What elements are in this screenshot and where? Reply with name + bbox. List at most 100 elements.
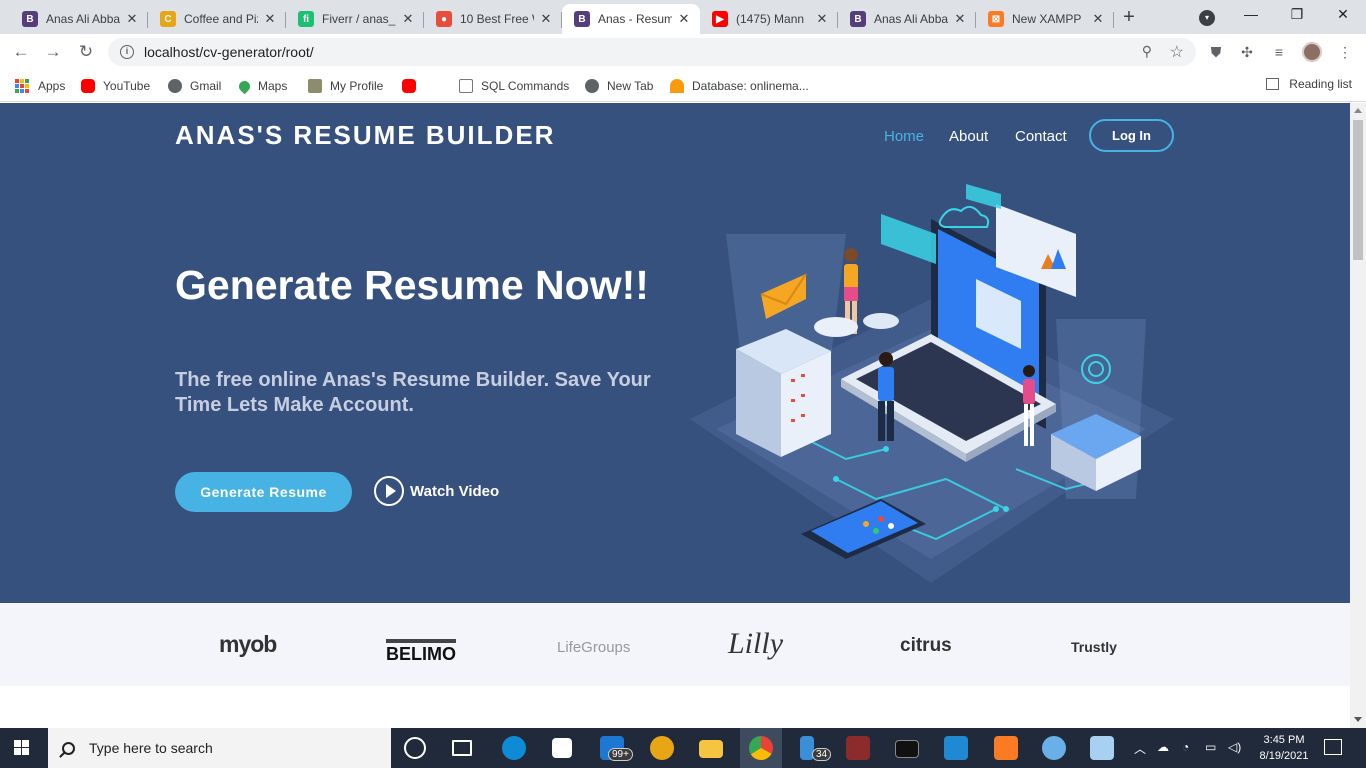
volume-icon[interactable]: ◁) (1228, 740, 1241, 754)
bookmark-sql-commands[interactable]: SQL Commands (459, 77, 569, 95)
onedrive-icon[interactable]: ☁ (1157, 740, 1169, 754)
profile-favicon-icon (308, 79, 322, 93)
chrome-icon[interactable] (749, 736, 773, 760)
scroll-thumb[interactable] (1353, 120, 1363, 260)
generate-resume-button[interactable]: Generate Resume (175, 472, 352, 512)
site-info-icon[interactable]: i (120, 45, 134, 59)
profile-avatar[interactable] (1302, 42, 1322, 62)
bookmark-maps[interactable]: Maps (236, 77, 287, 95)
tab-strip: B Anas Ali Abbas ✕ C Coffee and Pizza ✕ fi Five… (0, 0, 1366, 34)
nav-home[interactable]: Home (884, 128, 924, 145)
browser-tab[interactable]: fi Fiverr / anas_ali ✕ (286, 4, 424, 34)
reading-list-label: Reading list (1289, 77, 1352, 91)
page-scrollbar[interactable] (1350, 103, 1366, 728)
reload-icon[interactable]: ↻ (75, 41, 97, 63)
reading-list[interactable]: Reading list (1266, 77, 1352, 91)
browser-tab[interactable]: C Coffee and Pizza ✕ (148, 4, 286, 34)
bookmark-youtube[interactable]: YouTube (81, 77, 150, 95)
tab-close-icon[interactable]: ✕ (400, 11, 416, 27)
tab-close-icon[interactable]: ✕ (814, 11, 830, 27)
tab-favicon-icon: B (574, 11, 590, 27)
bookmark-label: YouTube (103, 79, 151, 93)
tab-close-icon[interactable]: ✕ (676, 11, 692, 27)
bookmark-label: Apps (38, 79, 66, 93)
minimize-icon[interactable]: — (1240, 6, 1262, 26)
app-badge: 34 (812, 748, 832, 761)
play-icon (374, 476, 404, 506)
taskbar-clock[interactable]: 3:45 PM 8/19/2021 (1253, 732, 1315, 764)
scroll-down-icon[interactable] (1354, 717, 1362, 722)
battery-icon[interactable]: ▭ (1205, 740, 1216, 754)
bookmark-gmail[interactable]: Gmail (168, 77, 221, 95)
site-brand[interactable]: ANAS'S RESUME BUILDER (175, 120, 555, 151)
tab-search-icon[interactable]: ▾ (1199, 10, 1215, 26)
chrome-menu-icon[interactable]: ⋮ (1336, 43, 1354, 61)
browser-tab[interactable]: B Anas Ali Abbas ✕ (10, 4, 148, 34)
tab-close-icon[interactable]: ✕ (538, 11, 554, 27)
norton-icon[interactable] (650, 736, 674, 760)
search-icon (62, 741, 75, 755)
hero-headline: Generate Resume Now!! (175, 262, 649, 308)
hero-illustration (690, 184, 1174, 583)
bookmark-my-profile[interactable]: My Profile (308, 77, 383, 95)
browser-tab[interactable]: B Anas Ali Abbas ✕ (838, 4, 976, 34)
extensions-puzzle-icon[interactable]: ✣ (1238, 43, 1256, 61)
tab-favicon-icon: ● (436, 11, 452, 27)
tab-title: Anas Ali Abbas (874, 12, 948, 26)
windows-start-icon[interactable] (14, 740, 29, 755)
forward-icon[interactable]: → (42, 41, 64, 63)
tab-close-icon[interactable]: ✕ (124, 11, 140, 27)
tab-close-icon[interactable]: ✕ (1090, 11, 1106, 27)
app-icon[interactable] (1090, 736, 1114, 760)
xampp-icon[interactable] (994, 736, 1018, 760)
bookmarks-bar: Apps YouTube Gmail Maps My Profile SQL C… (0, 70, 1366, 102)
cortana-icon[interactable] (404, 737, 426, 759)
zoom-icon[interactable]: ⚲ (1142, 43, 1152, 60)
nav-contact[interactable]: Contact (1015, 128, 1067, 145)
address-bar[interactable]: i localhost/cv-generator/root/ ⚲ ☆ (108, 38, 1196, 66)
login-button[interactable]: Log In (1089, 119, 1174, 152)
bookmark-label: My Profile (330, 79, 384, 93)
file-explorer-icon[interactable] (699, 740, 723, 758)
globe-icon (585, 79, 599, 93)
shield-extension-icon[interactable]: ⛊ (1207, 43, 1225, 61)
media-queue-icon[interactable]: ≡ (1270, 43, 1288, 61)
watch-video-link[interactable]: Watch Video (374, 476, 499, 506)
tab-close-icon[interactable]: ✕ (952, 11, 968, 27)
mail-badge: 99+ (608, 748, 633, 761)
tab-title: (1475) Mann (736, 12, 805, 26)
bookmark-star-icon[interactable]: ☆ (1170, 42, 1184, 62)
wifi-icon[interactable]: ◔ (1182, 740, 1189, 754)
bookmark-database[interactable]: Database: onlinema... (670, 77, 809, 95)
back-icon[interactable]: ← (10, 41, 32, 63)
page-icon (459, 79, 473, 93)
new-tab-button[interactable]: + (1118, 7, 1140, 28)
url-text[interactable]: localhost/cv-generator/root/ (144, 44, 314, 60)
task-view-icon[interactable] (452, 740, 472, 756)
tray-chevron-icon[interactable]: ︿ (1134, 740, 1146, 757)
notifications-icon[interactable] (1324, 739, 1342, 755)
browser-tab[interactable]: ⊠ New XAMPP ✕ (976, 4, 1114, 34)
tab-close-icon[interactable]: ✕ (262, 11, 278, 27)
close-window-icon[interactable]: ✕ (1332, 6, 1354, 26)
taskbar-search[interactable]: Type here to search (48, 728, 391, 768)
browser-tab[interactable]: ▶ (1475) Mann ✕ (700, 4, 838, 34)
store-icon[interactable] (552, 738, 572, 758)
phpmyadmin-icon (670, 79, 684, 93)
globe-icon (168, 79, 182, 93)
winrar-icon[interactable] (846, 736, 870, 760)
terminal-icon[interactable] (895, 740, 919, 758)
browser-tab[interactable]: B Anas - Resume ✕ (562, 4, 700, 34)
paint-icon[interactable] (1042, 736, 1066, 760)
restore-icon[interactable]: ❐ (1286, 6, 1308, 26)
browser-tab[interactable]: ● 10 Best Free W ✕ (424, 4, 562, 34)
edge-icon[interactable] (502, 736, 526, 760)
nav-about[interactable]: About (949, 128, 988, 145)
bookmark-new-tab[interactable]: New Tab (585, 77, 653, 95)
bookmark-label: Gmail (190, 79, 222, 93)
vscode-icon[interactable] (944, 736, 968, 760)
tab-title: 10 Best Free W (460, 12, 534, 26)
bookmark-apps[interactable]: Apps (15, 77, 65, 95)
bookmark-youtube-2[interactable] (402, 77, 424, 95)
scroll-up-icon[interactable] (1354, 108, 1362, 113)
